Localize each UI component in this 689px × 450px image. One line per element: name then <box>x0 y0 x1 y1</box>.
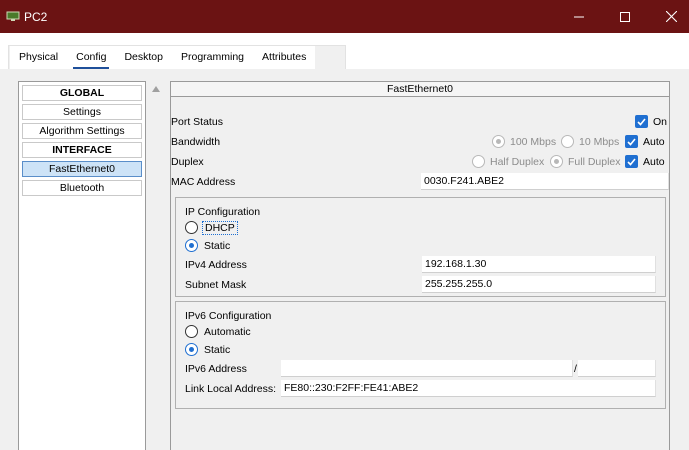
static-ipv4-label: Static <box>204 240 231 252</box>
ipv6-static-radio[interactable] <box>185 343 198 356</box>
subnet-mask-field[interactable]: 255.255.255.0 <box>422 276 656 293</box>
pc-app-icon <box>6 11 20 21</box>
ipv6-prefix-field[interactable] <box>578 360 656 377</box>
static-ipv4-radio[interactable] <box>185 239 198 252</box>
tab-strip: Physical Config Desktop Programming Attr… <box>0 33 689 69</box>
tab-attributes[interactable]: Attributes <box>253 46 316 69</box>
ipv4-address-field[interactable]: 192.168.1.30 <box>422 256 656 273</box>
minimize-button[interactable] <box>556 0 602 33</box>
sidebar-item-bluetooth[interactable]: Bluetooth <box>22 180 142 196</box>
check-icon <box>627 138 636 146</box>
port-status-on-label: On <box>653 116 668 128</box>
mac-address-field[interactable]: 0030.F241.ABE2 <box>421 173 669 190</box>
maximize-icon <box>620 11 630 22</box>
config-content: GLOBAL Settings Algorithm Settings INTER… <box>0 69 689 450</box>
bandwidth-10-label: 10 Mbps <box>579 136 620 148</box>
ipv4-address-label: IPv4 Address <box>185 259 247 271</box>
dhcp-radio[interactable] <box>185 221 198 234</box>
bandwidth-10-radio[interactable] <box>561 135 574 148</box>
scroll-up-icon[interactable] <box>151 85 161 93</box>
ipv6-configuration-label: IPv6 Configuration <box>185 310 272 322</box>
title-bar: PC2 <box>0 0 689 33</box>
bandwidth-label: Bandwidth <box>171 136 221 148</box>
ipv6-configuration-group: IPv6 Configuration Automatic Static IPv6… <box>175 301 666 409</box>
duplex-auto-label: Auto <box>643 156 665 168</box>
mac-address-label: MAC Address <box>171 176 236 188</box>
minimize-icon <box>574 16 584 17</box>
check-icon <box>637 118 646 126</box>
sidebar-item-global[interactable]: GLOBAL <box>22 85 142 101</box>
port-status-label: Port Status <box>171 116 223 128</box>
ipv6-prefix-separator: / <box>574 363 577 375</box>
duplex-label: Duplex <box>171 156 204 168</box>
ipv6-automatic-radio[interactable] <box>185 325 198 338</box>
window-title: PC2 <box>24 10 48 24</box>
ip-configuration-label: IP Configuration <box>185 206 261 218</box>
tab-config[interactable]: Config <box>67 46 116 69</box>
bandwidth-100-label: 100 Mbps <box>510 136 557 148</box>
close-icon <box>665 11 677 22</box>
ipv6-static-label: Static <box>204 344 231 356</box>
ipv6-address-field[interactable] <box>281 360 573 377</box>
dhcp-label: DHCP <box>202 221 238 235</box>
ip-configuration-group: IP Configuration DHCP Static IPv4 Addres… <box>175 197 666 297</box>
duplex-auto-checkbox[interactable] <box>625 155 638 168</box>
config-sidebar: GLOBAL Settings Algorithm Settings INTER… <box>18 81 146 450</box>
maximize-button[interactable] <box>602 0 648 33</box>
sidebar-item-algorithm-settings[interactable]: Algorithm Settings <box>22 123 142 139</box>
interface-title: FastEthernet0 <box>171 82 669 97</box>
link-local-address-field[interactable]: FE80::230:F2FF:FE41:ABE2 <box>281 380 656 397</box>
duplex-full-label: Full Duplex <box>568 156 621 168</box>
sidebar-item-settings[interactable]: Settings <box>22 104 142 120</box>
sidebar-scrollbar[interactable] <box>147 81 165 450</box>
bandwidth-auto-checkbox[interactable] <box>625 135 638 148</box>
tabs: Physical Config Desktop Programming Attr… <box>10 46 316 69</box>
check-icon <box>627 158 636 166</box>
port-status-checkbox[interactable] <box>635 115 648 128</box>
interface-panel: FastEthernet0 Port Status On Bandwidth 1… <box>170 81 670 450</box>
subnet-mask-label: Subnet Mask <box>185 279 247 291</box>
sidebar-item-fastethernet0[interactable]: FastEthernet0 <box>22 161 142 177</box>
ipv6-address-label: IPv6 Address <box>185 363 247 375</box>
link-local-address-label: Link Local Address: <box>185 383 277 395</box>
tab-programming[interactable]: Programming <box>172 46 254 69</box>
sidebar-item-interface[interactable]: INTERFACE <box>22 142 142 158</box>
close-button[interactable] <box>648 0 689 33</box>
bandwidth-100-radio[interactable] <box>492 135 505 148</box>
bandwidth-auto-label: Auto <box>643 136 665 148</box>
duplex-half-label: Half Duplex <box>490 156 545 168</box>
tab-desktop[interactable]: Desktop <box>115 46 172 69</box>
tab-physical[interactable]: Physical <box>10 46 68 69</box>
ipv6-automatic-label: Automatic <box>204 326 251 338</box>
duplex-full-radio[interactable] <box>550 155 563 168</box>
duplex-half-radio[interactable] <box>472 155 485 168</box>
